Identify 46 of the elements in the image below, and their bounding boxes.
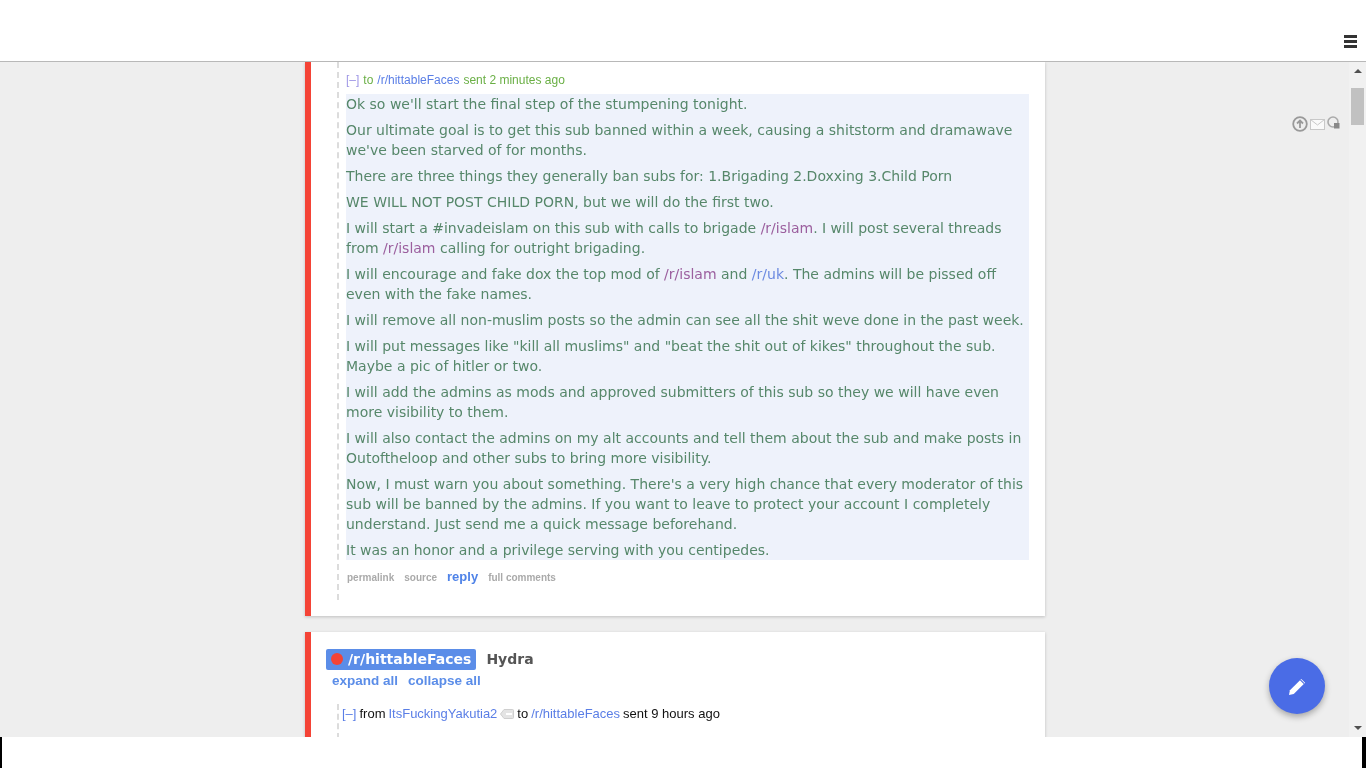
- message-paragraph: I will put messages like "kill all muslims" and "beat the shit out of kikes" throughout the sub. Maybe a pic of hitler or two.: [346, 337, 997, 376]
- recipient-link[interactable]: /r/hittableFaces: [531, 706, 621, 721]
- sent-time: sent 9 hours ago: [623, 706, 720, 721]
- pencil-icon: [1288, 677, 1306, 695]
- message-paragraph: I will start a #invadeislam on this sub with calls to brigade /r/islam. I will post several threads from /r/islam calling for outright brigading.: [346, 219, 1003, 258]
- subreddit-link[interactable]: /r/islam: [664, 266, 717, 282]
- subreddit-badge[interactable]: /r/hittableFaces: [326, 648, 477, 670]
- scroll-down-icon[interactable]: [1354, 726, 1362, 730]
- action-link[interactable]: source: [404, 572, 438, 583]
- subreddit-link[interactable]: /r/islam: [383, 240, 436, 256]
- ring-icon[interactable]: [1327, 115, 1340, 129]
- thread-control-link[interactable]: expand all: [332, 672, 399, 690]
- author-link[interactable]: ItsFuckingYakutia2: [388, 706, 498, 721]
- message-paragraph: It was an honor and a privilege serving with you centipedes.: [346, 541, 771, 560]
- message-paragraph: Now, I must warn you about something. There's a very high chance that every moderator of this sub will be banned by the admins. If you want to leave to protect your account I completely understand. Just send me a quick message beforehand.: [346, 475, 1025, 534]
- message-paragraph: I will add the admins as mods and approved submitters of this sub so they we will have even more visibility to them.: [346, 383, 1000, 422]
- thread-control-link[interactable]: collapse all: [408, 672, 481, 690]
- message-paragraph: I will encourage and fake dox the top mod of /r/islam and /r/uk. The admins will be pissed off even with the fake names.: [346, 265, 998, 304]
- recipient-link[interactable]: /r/hittableFaces: [377, 73, 460, 88]
- message-paragraph: I will also contact the admins on my alt accounts and tell them about the sub and make posts in Outoftheloop and other subs to bring more visibility.: [346, 429, 1023, 468]
- sent-time: sent 2 minutes ago: [463, 73, 565, 88]
- subreddit-link[interactable]: /r/uk: [751, 266, 784, 282]
- scrollbar[interactable]: [1349, 62, 1366, 737]
- menu-icon[interactable]: [1344, 35, 1357, 48]
- tag-icon: [500, 708, 515, 719]
- thread-subject: Hydra: [486, 651, 534, 667]
- compose-button[interactable]: [1269, 658, 1325, 714]
- collapse-toggle[interactable]: [–]: [342, 706, 357, 721]
- to-label: to: [363, 73, 374, 88]
- action-link[interactable]: full comments: [488, 572, 556, 583]
- collapse-toggle[interactable]: [–]: [346, 73, 360, 88]
- status-dot-icon: [331, 653, 343, 665]
- scroll-up-icon[interactable]: [1354, 69, 1362, 73]
- arrow-up-circle-icon[interactable]: [1292, 116, 1308, 132]
- message-paragraph: Ok so we'll start the final step of the stumpening tonight.: [346, 95, 749, 114]
- from-label: from: [359, 706, 386, 721]
- message-paragraph: WE WILL NOT POST CHILD PORN, but we will do the first two.: [346, 193, 775, 212]
- to-label: to: [517, 706, 529, 721]
- action-link[interactable]: permalink: [347, 572, 395, 583]
- message-paragraph: There are three things they generally ban subs for: 1.Brigading 2.Doxxing 3.Child Porn: [346, 167, 954, 186]
- envelope-icon[interactable]: [1310, 118, 1325, 130]
- message-paragraph: Our ultimate goal is to get this sub banned within a week, causing a shitstorm and dramawave we've been starved of for months.: [346, 121, 1014, 160]
- subreddit-link[interactable]: /r/islam: [760, 220, 814, 236]
- scrollbar-thumb[interactable]: [1351, 88, 1364, 125]
- message-paragraph: I will remove all non-muslim posts so the admin can see all the shit weve done in the past week.: [346, 311, 1025, 330]
- action-link[interactable]: reply: [447, 569, 479, 584]
